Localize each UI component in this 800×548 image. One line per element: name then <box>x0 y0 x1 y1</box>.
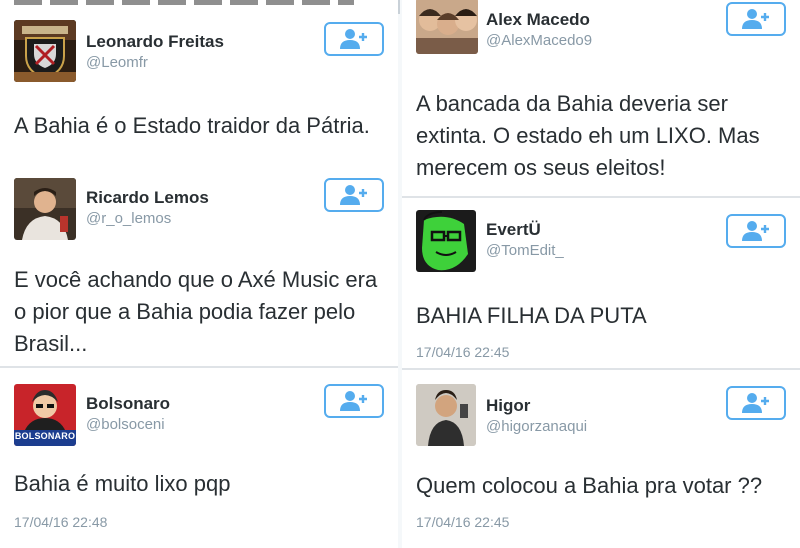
author-name[interactable]: Leonardo Freitas <box>86 32 224 52</box>
tweet-timestamp[interactable]: 17/04/16 22:48 <box>14 514 107 530</box>
tweet-card[interactable]: EvertÜ @TomEdit_ BAHIA FILHA DA PUTA 17/… <box>402 198 800 368</box>
author-name[interactable]: Bolsonaro <box>86 394 170 414</box>
tweet-text: Quem colocou a Bahia pra votar ?? <box>416 473 763 498</box>
avatar[interactable] <box>416 210 476 272</box>
tweet-card[interactable]: Alex Macedo @AlexMacedo9 A bancada da Ba… <box>402 0 800 196</box>
author-name[interactable]: Alex Macedo <box>486 10 590 30</box>
follow-button[interactable] <box>324 22 384 56</box>
right-tweet-column: Alex Macedo @AlexMacedo9 A bancada da Ba… <box>402 0 800 548</box>
author-handle[interactable]: @TomEdit_ <box>486 242 564 259</box>
avatar[interactable] <box>14 20 76 82</box>
tweet-text: BAHIA FILHA DA PUTA <box>416 303 647 328</box>
author-name[interactable]: EvertÜ <box>486 220 541 240</box>
author-handle[interactable]: @higorzanaqui <box>486 418 587 435</box>
tweet-card[interactable]: Higor @higorzanaqui Quem colocou a Bahia… <box>402 370 800 548</box>
tweet-card[interactable]: Leonardo Freitas @Leomfr A Bahia é o Est… <box>0 0 398 172</box>
avatar-label: BOLSONARO <box>14 431 76 441</box>
author-handle[interactable]: @Leomfr <box>86 54 148 71</box>
add-user-icon <box>340 29 367 49</box>
follow-button[interactable] <box>726 214 786 248</box>
avatar[interactable] <box>416 384 476 446</box>
follow-button[interactable] <box>726 2 786 36</box>
tweet-timestamp[interactable]: 17/04/16 22:45 <box>416 344 509 360</box>
add-user-icon <box>340 391 367 411</box>
avatar[interactable] <box>14 178 76 240</box>
author-name[interactable]: Ricardo Lemos <box>86 188 209 208</box>
avatar[interactable] <box>416 0 478 54</box>
tweet-text: Bahia é muito lixo pqp <box>14 471 231 496</box>
follow-button[interactable] <box>324 384 384 418</box>
tweet-timestamp[interactable]: 17/04/16 22:45 <box>416 514 509 530</box>
add-user-icon <box>742 393 769 413</box>
tweet-card[interactable]: Ricardo Lemos @r_o_lemos E você achando … <box>0 172 398 366</box>
left-tweet-column: Leonardo Freitas @Leomfr A Bahia é o Est… <box>0 0 398 548</box>
tweet-card[interactable]: BOLSONARO Bolsonaro @bolsoceni Bahia é m… <box>0 368 398 548</box>
tweet-text: A Bahia é o Estado traidor da Pátria. <box>14 113 370 138</box>
author-handle[interactable]: @AlexMacedo9 <box>486 32 592 49</box>
add-user-icon <box>742 221 769 241</box>
follow-button[interactable] <box>324 178 384 212</box>
follow-button[interactable] <box>726 386 786 420</box>
add-user-icon <box>742 9 769 29</box>
author-name[interactable]: Higor <box>486 396 530 416</box>
tweet-text: A bancada da Bahia deveria ser extinta. … <box>416 91 760 180</box>
add-user-icon <box>340 185 367 205</box>
tweet-text: E você achando que o Axé Music era o pio… <box>14 267 378 356</box>
avatar[interactable]: BOLSONARO <box>14 384 76 446</box>
author-handle[interactable]: @r_o_lemos <box>86 210 171 227</box>
author-handle[interactable]: @bolsoceni <box>86 416 165 433</box>
